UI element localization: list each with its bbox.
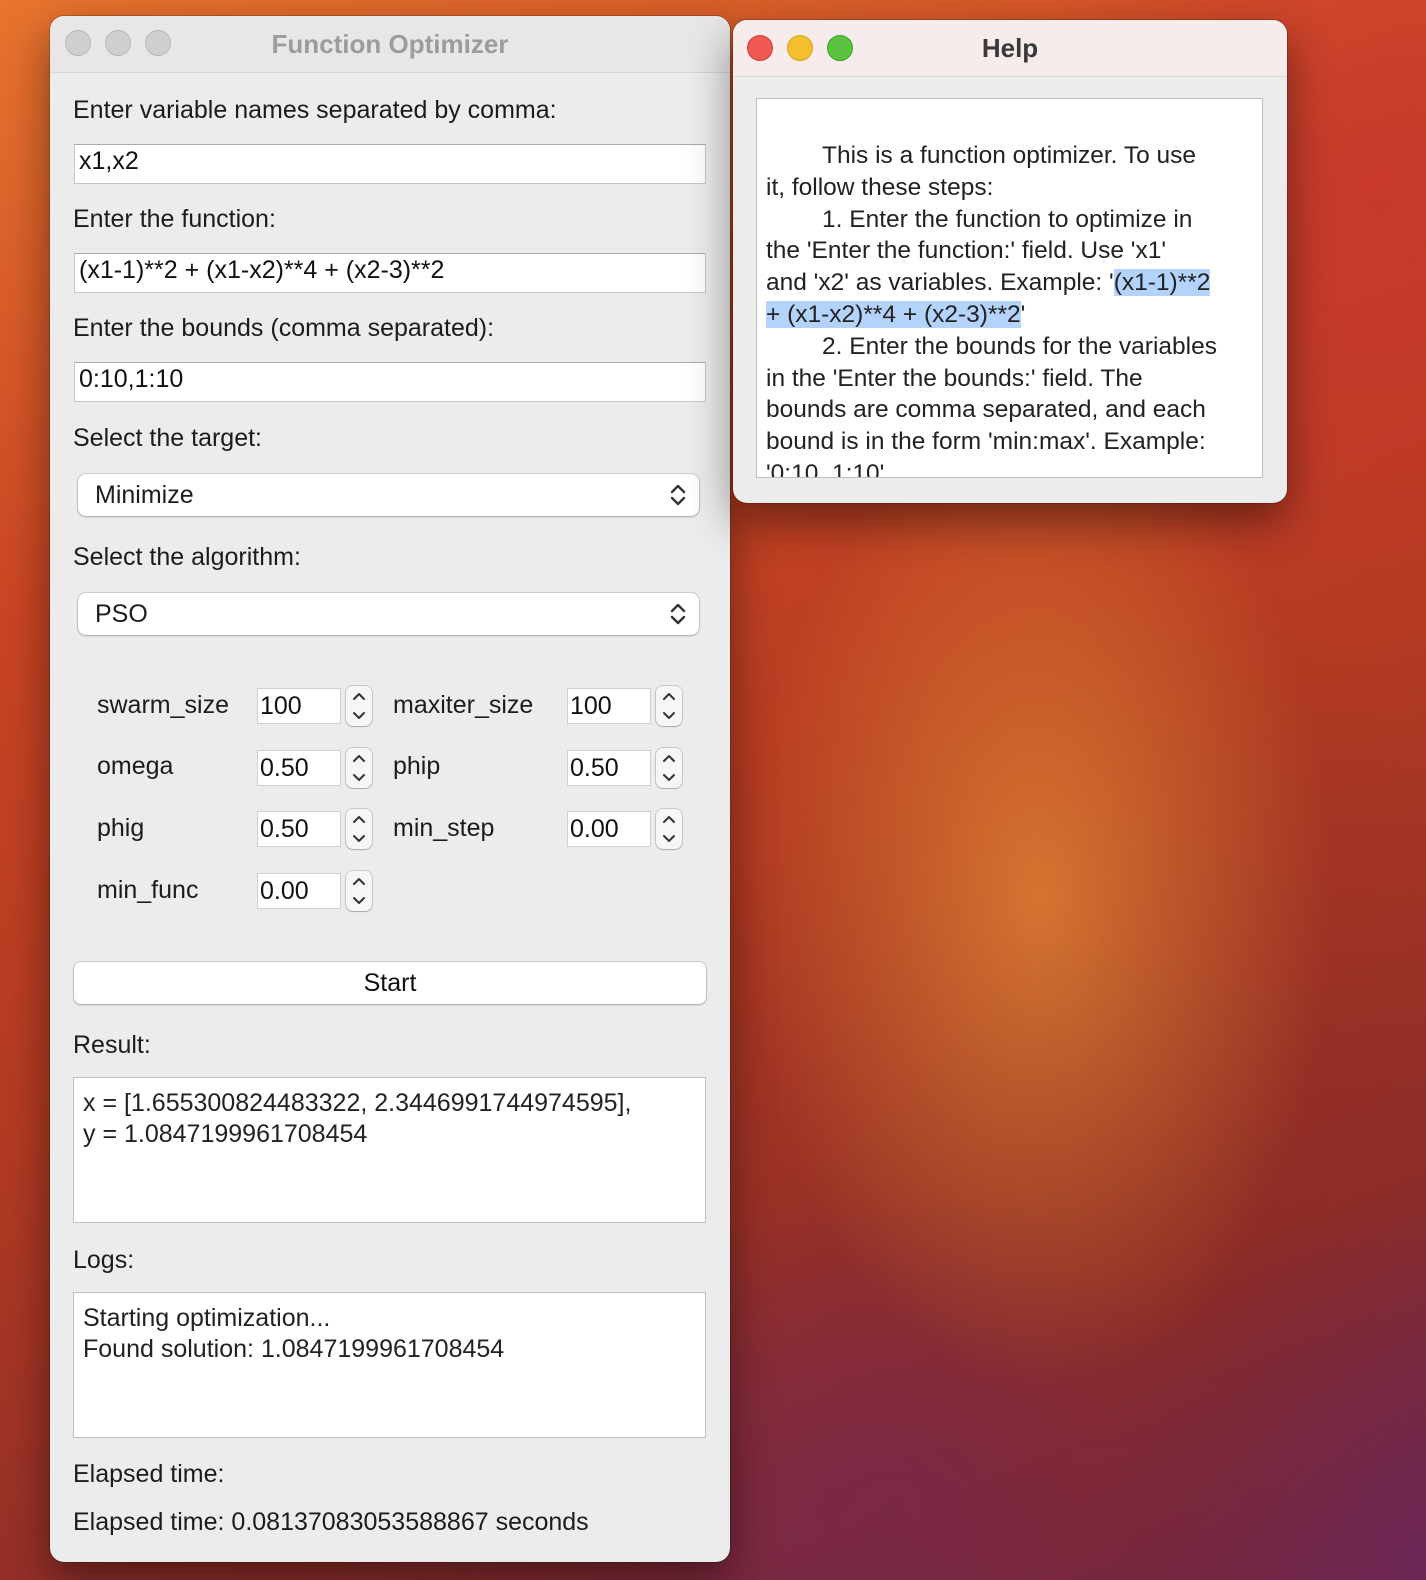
phip-input[interactable]: 0.50 [567, 750, 651, 786]
bounds-input[interactable]: 0:10,1:10 [74, 362, 706, 402]
close-button[interactable] [747, 35, 773, 61]
result-textarea[interactable]: x = [1.655300824483322, 2.34469917449745… [73, 1077, 706, 1223]
swarm-size-input[interactable]: 100 [257, 688, 341, 724]
phig-label: phig [97, 814, 145, 842]
stepper-down-icon[interactable] [656, 768, 682, 788]
omega-stepper[interactable] [346, 748, 372, 788]
min-func-stepper[interactable] [346, 871, 372, 911]
help-line: '0:10, 1:10' [766, 459, 885, 478]
algorithm-label: Select the algorithm: [73, 543, 301, 571]
start-button[interactable]: Start [74, 962, 706, 1004]
log-line: Found solution: 1.0847199961708454 [83, 1335, 505, 1363]
minimize-button[interactable] [787, 35, 813, 61]
target-label: Select the target: [73, 424, 263, 452]
minimize-button[interactable] [105, 30, 131, 56]
stepper-up-icon[interactable] [346, 871, 372, 891]
help-line: the 'Enter the function:' field. Use 'x1… [766, 237, 1167, 265]
close-button[interactable] [65, 30, 91, 56]
algorithm-select[interactable]: PSO [78, 593, 699, 635]
stepper-up-icon[interactable] [346, 686, 372, 706]
min-step-stepper[interactable] [656, 809, 682, 849]
min-func-input[interactable]: 0.00 [257, 873, 341, 909]
result-line: y = 1.0847199961708454 [83, 1120, 368, 1148]
stepper-down-icon[interactable] [346, 829, 372, 849]
min-func-label: min_func [97, 876, 199, 904]
maxiter-size-input[interactable]: 100 [567, 688, 651, 724]
help-line: in the 'Enter the bounds:' field. The [766, 364, 1143, 392]
result-label: Result: [73, 1031, 151, 1059]
stepper-down-icon[interactable] [656, 829, 682, 849]
stepper-down-icon[interactable] [346, 768, 372, 788]
window-controls [747, 35, 853, 61]
chevron-updown-icon [670, 603, 686, 625]
help-line: ' [1020, 300, 1026, 328]
help-titlebar[interactable]: Help [733, 20, 1287, 77]
help-line: and 'x2' as variables. Example: ' [766, 269, 1114, 297]
maxiter-size-label: maxiter_size [393, 691, 534, 719]
function-label: Enter the function: [73, 205, 276, 233]
stepper-up-icon[interactable] [346, 809, 372, 829]
window-title: Function Optimizer [271, 28, 509, 59]
stepper-up-icon[interactable] [656, 686, 682, 706]
stepper-up-icon[interactable] [346, 748, 372, 768]
swarm-size-stepper[interactable] [346, 686, 372, 726]
help-line: bound is in the form 'min:max'. Example: [766, 428, 1206, 456]
omega-label: omega [97, 752, 174, 780]
phip-label: phip [393, 752, 441, 780]
target-select[interactable]: Minimize [78, 474, 699, 516]
stepper-up-icon[interactable] [656, 809, 682, 829]
min-step-input[interactable]: 0.00 [567, 811, 651, 847]
stepper-up-icon[interactable] [656, 748, 682, 768]
logs-label: Logs: [73, 1246, 135, 1274]
maxiter-size-stepper[interactable] [656, 686, 682, 726]
stepper-down-icon[interactable] [346, 891, 372, 911]
main-titlebar[interactable]: Function Optimizer [50, 16, 730, 73]
phip-stepper[interactable] [656, 748, 682, 788]
algorithm-select-value: PSO [95, 599, 148, 628]
stepper-down-icon[interactable] [656, 706, 682, 726]
chevron-updown-icon [670, 484, 686, 506]
help-selected-text: (x1-1)**2 [1113, 269, 1211, 297]
elapsed-value: Elapsed time: 0.08137083053588867 second… [73, 1508, 589, 1536]
help-window: Help This is a function optimizer. To us… [733, 20, 1287, 503]
zoom-button[interactable] [145, 30, 171, 56]
window-controls [65, 30, 171, 56]
zoom-button[interactable] [827, 35, 853, 61]
help-selected-text: + (x1-x2)**4 + (x2-3)**2 [766, 300, 1021, 328]
elapsed-label: Elapsed time: [73, 1460, 225, 1488]
variables-input[interactable]: x1,x2 [74, 144, 706, 184]
help-textarea[interactable]: This is a function optimizer. To use it,… [756, 98, 1263, 478]
help-line: it, follow these steps: [766, 173, 994, 201]
help-line: This is a function optimizer. To use [822, 142, 1197, 169]
swarm-size-label: swarm_size [97, 691, 229, 719]
help-line: 1. Enter the function to optimize in [822, 205, 1193, 233]
help-line: bounds are comma separated, and each [766, 396, 1206, 424]
help-content: This is a function optimizer. To use it,… [766, 140, 1256, 478]
function-input[interactable]: (x1-1)**2 + (x1-x2)**4 + (x2-3)**2 [74, 253, 706, 293]
stepper-down-icon[interactable] [346, 706, 372, 726]
logs-textarea[interactable]: Starting optimization... Found solution:… [73, 1292, 706, 1438]
result-line: x = [1.655300824483322, 2.34469917449745… [83, 1089, 632, 1117]
variables-label: Enter variable names separated by comma: [73, 96, 557, 124]
omega-input[interactable]: 0.50 [257, 750, 341, 786]
min-step-label: min_step [393, 814, 495, 842]
help-title: Help [981, 32, 1039, 63]
bounds-label: Enter the bounds (comma separated): [73, 314, 495, 342]
phig-input[interactable]: 0.50 [257, 811, 341, 847]
log-line: Starting optimization... [83, 1304, 331, 1332]
target-select-value: Minimize [95, 480, 194, 509]
phig-stepper[interactable] [346, 809, 372, 849]
function-optimizer-window: Function Optimizer Enter variable names … [50, 16, 730, 1562]
help-line: 2. Enter the bounds for the variables [822, 332, 1217, 360]
